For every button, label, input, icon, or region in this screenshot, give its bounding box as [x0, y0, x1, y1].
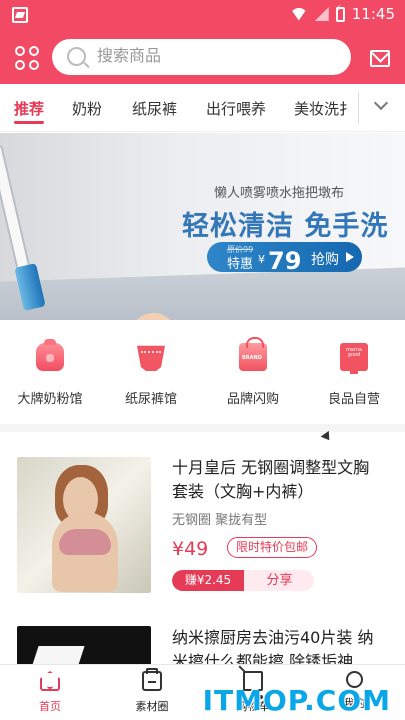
category-good-products[interactable]: 良品自营	[314, 343, 394, 407]
grid-menu-icon[interactable]	[15, 46, 39, 70]
message-icon[interactable]	[370, 50, 390, 67]
promo-banner[interactable]: 懒人喷雾喷水拖把墩布 轻松清洁 免手洗 原价99 特惠 ¥ 79 抢购	[0, 133, 405, 320]
chevron-down-icon[interactable]	[373, 95, 389, 111]
tabs-divider	[358, 92, 359, 124]
product-image[interactable]	[17, 626, 151, 664]
price-value: 79	[268, 247, 302, 275]
category-label: 纸尿裤馆	[124, 392, 177, 407]
share-button[interactable]: 分享	[252, 570, 307, 591]
nav-label: 首页	[39, 700, 61, 713]
category-label: 品牌闪购	[226, 392, 279, 407]
material-icon	[142, 668, 162, 691]
brand-bag-icon	[239, 337, 267, 371]
price-currency: ¥	[258, 253, 265, 266]
status-time: 11:45	[351, 5, 395, 23]
store-screen-icon	[340, 343, 368, 374]
product-price: ¥49	[172, 538, 209, 560]
earn-label: 赚¥2.45	[172, 570, 244, 591]
status-icons: 11:45	[289, 4, 395, 23]
status-bar: 11:45	[0, 0, 405, 30]
play-arrow-icon	[346, 252, 354, 262]
banner-subtitle: 懒人喷雾喷水拖把墩布	[214, 186, 345, 201]
nav-material[interactable]: 素材圈	[112, 668, 192, 714]
wifi-icon	[289, 7, 308, 21]
banner-title: 轻松清洁 免手洗	[182, 211, 389, 242]
home-icon	[40, 671, 60, 691]
search-box[interactable]	[52, 39, 351, 75]
banner-price-button[interactable]: 原价99 特惠 ¥ 79 抢购	[207, 242, 362, 275]
category-shortcuts: 大牌奶粉馆 纸尿裤馆 品牌闪购 良品自营	[0, 320, 405, 432]
category-brand-flash-sale[interactable]: 品牌闪购	[213, 337, 293, 407]
watermark: ITMOP.COM	[202, 684, 391, 717]
product-title[interactable]: 纳米擦厨房去油污40片装 纳米擦什么都能擦 除锈垢神...	[172, 626, 382, 664]
battery-icon	[335, 4, 345, 22]
nav-label: 素材圈	[135, 700, 169, 713]
signal-icon	[314, 7, 329, 21]
nav-home[interactable]: 首页	[10, 671, 90, 714]
active-tab-indicator	[14, 121, 44, 124]
promo-badge: 限时特价包邮	[227, 537, 318, 558]
category-label: 大牌奶粉馆	[17, 392, 83, 407]
diaper-icon	[137, 345, 165, 371]
product-image[interactable]	[17, 457, 151, 593]
tab-travel-feeding[interactable]: 出行喂养	[206, 98, 266, 119]
app-icon	[12, 7, 28, 23]
tab-recommend[interactable]: 推荐	[14, 98, 44, 119]
product-card[interactable]: 十月皇后 无钢圈调整型文胸套装（文胸+内裤） 无钢圈 聚拢有型 ¥49 限时特价…	[0, 440, 405, 610]
milk-bottle-icon	[36, 339, 64, 371]
buy-label: 抢购	[311, 252, 339, 268]
product-subtitle: 无钢圈 聚拢有型	[172, 513, 268, 528]
earn-share-button[interactable]: 赚¥2.45 分享	[172, 570, 314, 591]
tab-diapers[interactable]: 纸尿裤	[132, 98, 177, 119]
baby-image	[115, 313, 185, 320]
product-title[interactable]: 十月皇后 无钢圈调整型文胸套装（文胸+内裤）	[172, 456, 382, 504]
category-diapers[interactable]: 纸尿裤馆	[111, 343, 191, 407]
search-input[interactable]	[97, 46, 327, 68]
product-card[interactable]: 纳米擦厨房去油污40片装 纳米擦什么都能擦 除锈垢神...	[0, 610, 405, 664]
category-tabs: 推荐 奶粉 纸尿裤 出行喂养 美妆洗扌	[0, 84, 405, 132]
category-label: 良品自营	[327, 392, 380, 407]
category-milk-powder[interactable]: 大牌奶粉馆	[10, 339, 90, 407]
search-icon	[67, 47, 86, 66]
header	[0, 30, 405, 84]
tab-beauty-wash[interactable]: 美妆洗扌	[294, 98, 354, 119]
tab-milk-powder[interactable]: 奶粉	[72, 98, 102, 119]
special-label: 特惠	[227, 257, 254, 272]
